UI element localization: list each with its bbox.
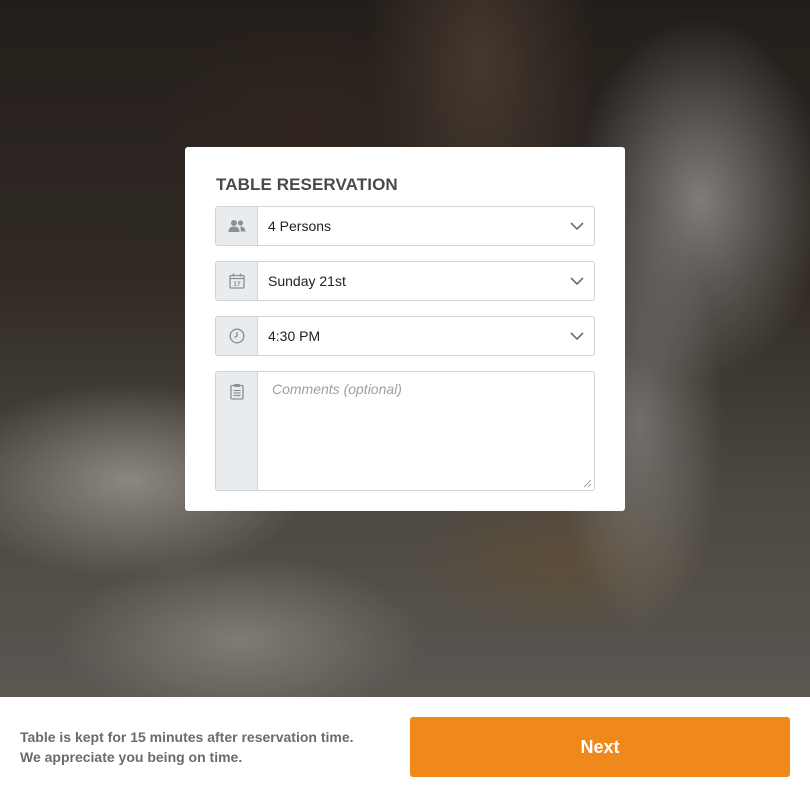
comments-field xyxy=(215,371,595,491)
resize-grip-icon[interactable] xyxy=(583,479,592,488)
time-value: 4:30 PM xyxy=(268,328,321,344)
party-size-select[interactable]: 4 Persons xyxy=(215,206,595,246)
note-line-2: We appreciate you being on time. xyxy=(20,749,243,765)
chevron-down-icon[interactable] xyxy=(560,317,594,355)
party-size-value: 4 Persons xyxy=(268,218,332,234)
reservation-note: Table is kept for 15 minutes after reser… xyxy=(20,727,354,767)
svg-text:17: 17 xyxy=(233,281,241,288)
chevron-down-icon[interactable] xyxy=(560,262,594,300)
calendar-icon: 17 xyxy=(216,262,258,300)
date-select[interactable]: 17 Sunday 21st xyxy=(215,261,595,301)
time-select[interactable]: 4:30 PM xyxy=(215,316,595,356)
date-value: Sunday 21st xyxy=(268,273,346,289)
clipboard-icon xyxy=(216,372,258,490)
note-line-1: Table is kept for 15 minutes after reser… xyxy=(20,729,354,745)
clock-icon xyxy=(216,317,258,355)
footer-bar: Table is kept for 15 minutes after reser… xyxy=(0,697,810,793)
chevron-down-icon[interactable] xyxy=(560,207,594,245)
people-icon xyxy=(216,207,258,245)
next-button[interactable]: Next xyxy=(410,717,790,777)
reservation-card: TABLE RESERVATION 4 Persons 17 Sunday 21… xyxy=(185,147,625,511)
card-title: TABLE RESERVATION xyxy=(216,175,398,194)
comments-input[interactable] xyxy=(258,372,594,490)
